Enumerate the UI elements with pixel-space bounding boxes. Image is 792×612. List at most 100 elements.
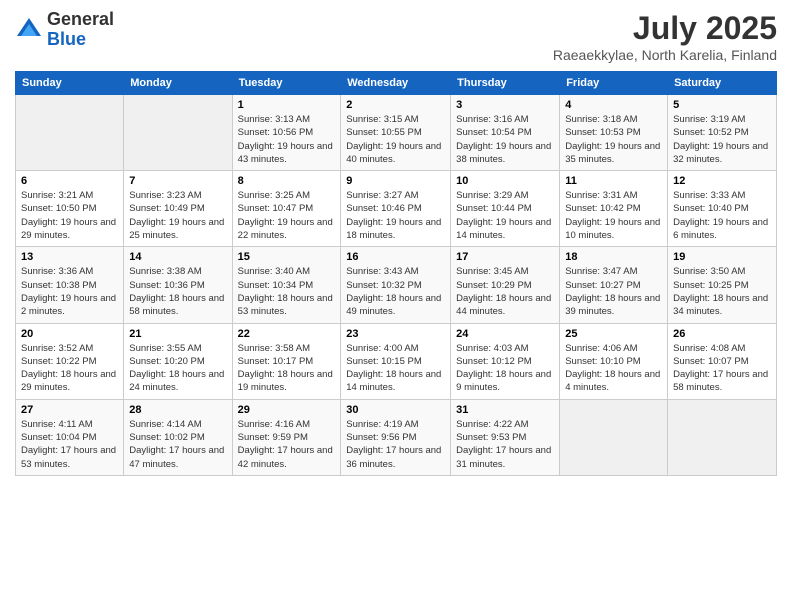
day-detail: Sunrise: 3:58 AMSunset: 10:17 PMDaylight… <box>238 342 336 395</box>
logo: General Blue <box>15 10 114 50</box>
day-cell: 1Sunrise: 3:13 AMSunset: 10:56 PMDayligh… <box>232 95 341 171</box>
location: Raeaekkylae, North Karelia, Finland <box>553 47 777 63</box>
day-cell: 23 Sunrise: 4:00 AMSunset: 10:15 PMDaylig… <box>341 323 451 399</box>
day-cell: 16 Sunrise: 3:43 AMSunset: 10:32 PMDaylig… <box>341 247 451 323</box>
day-cell <box>16 95 124 171</box>
day-cell: 6 Sunrise: 3:21 AMSunset: 10:50 PMDayligh… <box>16 171 124 247</box>
header-tuesday: Tuesday <box>232 72 341 95</box>
day-detail: Sunrise: 3:47 AMSunset: 10:27 PMDaylight… <box>565 265 662 318</box>
day-detail: Sunrise: 4:22 AMSunset: 9:53 PMDaylight:… <box>456 418 554 471</box>
day-cell: 15 Sunrise: 3:40 AMSunset: 10:34 PMDaylig… <box>232 247 341 323</box>
day-detail: Sunrise: 4:03 AMSunset: 10:12 PMDaylight… <box>456 342 554 395</box>
day-detail: Sunrise: 3:27 AMSunset: 10:46 PMDaylight… <box>346 189 445 242</box>
day-number: 7 <box>129 175 226 187</box>
logo-general: General <box>47 9 114 29</box>
header-saturday: Saturday <box>668 72 777 95</box>
day-cell: 27 Sunrise: 4:11 AMSunset: 10:04 PMDaylig… <box>16 399 124 475</box>
day-number: 12 <box>673 175 771 187</box>
day-detail: Sunrise: 3:29 AMSunset: 10:44 PMDaylight… <box>456 189 554 242</box>
day-detail: Sunrise: 3:55 AMSunset: 10:20 PMDaylight… <box>129 342 226 395</box>
day-cell: 10 Sunrise: 3:29 AMSunset: 10:44 PMDaylig… <box>451 171 560 247</box>
calendar-table: SundayMondayTuesdayWednesdayThursdayFrid… <box>15 71 777 476</box>
day-detail: Sunrise: 4:06 AMSunset: 10:10 PMDaylight… <box>565 342 662 395</box>
page-header: General Blue July 2025 Raeaekkylae, Nort… <box>15 10 777 63</box>
day-cell: 20Sunrise: 3:52 AMSunset: 10:22 PMDaylig… <box>16 323 124 399</box>
day-detail: Sunrise: 4:16 AMSunset: 9:59 PMDaylight:… <box>238 418 336 471</box>
day-cell: 12 Sunrise: 3:33 AMSunset: 10:40 PMDaylig… <box>668 171 777 247</box>
title-block: July 2025 Raeaekkylae, North Karelia, Fi… <box>553 10 777 63</box>
day-number: 11 <box>565 175 662 187</box>
day-number: 30 <box>346 404 445 416</box>
day-detail: Sunrise: 3:36 AMSunset: 10:38 PMDaylight… <box>21 265 118 318</box>
day-number: 13 <box>21 251 118 263</box>
logo-blue: Blue <box>47 29 86 49</box>
week-row-3: 13 Sunrise: 3:36 AMSunset: 10:38 PMDaylig… <box>16 247 777 323</box>
day-number: 10 <box>456 175 554 187</box>
day-cell: 19 Sunrise: 3:50 AMSunset: 10:25 PMDaylig… <box>668 247 777 323</box>
day-cell: 3 Sunrise: 3:16 AMSunset: 10:54 PMDayligh… <box>451 95 560 171</box>
day-number: 24 <box>456 328 554 340</box>
logo-text: General Blue <box>47 10 114 50</box>
header-monday: Monday <box>124 72 232 95</box>
day-cell <box>124 95 232 171</box>
day-detail: Sunrise: 4:00 AMSunset: 10:15 PMDaylight… <box>346 342 445 395</box>
day-detail: Sunrise: 3:50 AMSunset: 10:25 PMDaylight… <box>673 265 771 318</box>
day-number: 18 <box>565 251 662 263</box>
day-number: 15 <box>238 251 336 263</box>
day-cell: 13 Sunrise: 3:36 AMSunset: 10:38 PMDaylig… <box>16 247 124 323</box>
day-cell: 17Sunrise: 3:45 AMSunset: 10:29 PMDaylig… <box>451 247 560 323</box>
day-number: 2 <box>346 99 445 111</box>
day-cell: 4Sunrise: 3:18 AMSunset: 10:53 PMDayligh… <box>560 95 668 171</box>
day-number: 6 <box>21 175 118 187</box>
day-cell: 2Sunrise: 3:15 AMSunset: 10:55 PMDayligh… <box>341 95 451 171</box>
day-cell: 25Sunrise: 4:06 AMSunset: 10:10 PMDaylig… <box>560 323 668 399</box>
day-cell: 8 Sunrise: 3:25 AMSunset: 10:47 PMDayligh… <box>232 171 341 247</box>
day-cell: 30 Sunrise: 4:19 AMSunset: 9:56 PMDayligh… <box>341 399 451 475</box>
day-number: 8 <box>238 175 336 187</box>
day-detail: Sunrise: 3:23 AMSunset: 10:49 PMDaylight… <box>129 189 226 242</box>
logo-icon <box>15 16 43 44</box>
day-cell <box>560 399 668 475</box>
day-number: 1 <box>238 99 336 111</box>
day-number: 9 <box>346 175 445 187</box>
day-cell: 22 Sunrise: 3:58 AMSunset: 10:17 PMDaylig… <box>232 323 341 399</box>
day-number: 22 <box>238 328 336 340</box>
day-detail: Sunrise: 3:33 AMSunset: 10:40 PMDaylight… <box>673 189 771 242</box>
day-detail: Sunrise: 3:43 AMSunset: 10:32 PMDaylight… <box>346 265 445 318</box>
day-detail: Sunrise: 3:16 AMSunset: 10:54 PMDaylight… <box>456 113 554 166</box>
day-header-row: SundayMondayTuesdayWednesdayThursdayFrid… <box>16 72 777 95</box>
day-number: 26 <box>673 328 771 340</box>
day-detail: Sunrise: 3:38 AMSunset: 10:36 PMDaylight… <box>129 265 226 318</box>
day-number: 23 <box>346 328 445 340</box>
day-cell: 18 Sunrise: 3:47 AMSunset: 10:27 PMDaylig… <box>560 247 668 323</box>
day-number: 19 <box>673 251 771 263</box>
header-wednesday: Wednesday <box>341 72 451 95</box>
day-cell: 31 Sunrise: 4:22 AMSunset: 9:53 PMDayligh… <box>451 399 560 475</box>
day-number: 16 <box>346 251 445 263</box>
day-cell: 9 Sunrise: 3:27 AMSunset: 10:46 PMDayligh… <box>341 171 451 247</box>
day-cell <box>668 399 777 475</box>
week-row-1: 1Sunrise: 3:13 AMSunset: 10:56 PMDayligh… <box>16 95 777 171</box>
day-detail: Sunrise: 3:45 AMSunset: 10:29 PMDaylight… <box>456 265 554 318</box>
day-detail: Sunrise: 4:19 AMSunset: 9:56 PMDaylight:… <box>346 418 445 471</box>
day-number: 3 <box>456 99 554 111</box>
day-cell: 7 Sunrise: 3:23 AMSunset: 10:49 PMDayligh… <box>124 171 232 247</box>
day-detail: Sunrise: 3:25 AMSunset: 10:47 PMDaylight… <box>238 189 336 242</box>
day-number: 5 <box>673 99 771 111</box>
week-row-5: 27 Sunrise: 4:11 AMSunset: 10:04 PMDaylig… <box>16 399 777 475</box>
day-number: 20 <box>21 328 118 340</box>
day-number: 27 <box>21 404 118 416</box>
day-detail: Sunrise: 3:40 AMSunset: 10:34 PMDaylight… <box>238 265 336 318</box>
day-number: 29 <box>238 404 336 416</box>
day-detail: Sunrise: 3:21 AMSunset: 10:50 PMDaylight… <box>21 189 118 242</box>
header-thursday: Thursday <box>451 72 560 95</box>
day-cell: 21Sunrise: 3:55 AMSunset: 10:20 PMDaylig… <box>124 323 232 399</box>
day-number: 14 <box>129 251 226 263</box>
day-number: 31 <box>456 404 554 416</box>
day-detail: Sunrise: 4:11 AMSunset: 10:04 PMDaylight… <box>21 418 118 471</box>
day-cell: 14 Sunrise: 3:38 AMSunset: 10:36 PMDaylig… <box>124 247 232 323</box>
day-cell: 28Sunrise: 4:14 AMSunset: 10:02 PMDaylig… <box>124 399 232 475</box>
header-sunday: Sunday <box>16 72 124 95</box>
day-detail: Sunrise: 3:31 AMSunset: 10:42 PMDaylight… <box>565 189 662 242</box>
day-detail: Sunrise: 3:19 AMSunset: 10:52 PMDaylight… <box>673 113 771 166</box>
